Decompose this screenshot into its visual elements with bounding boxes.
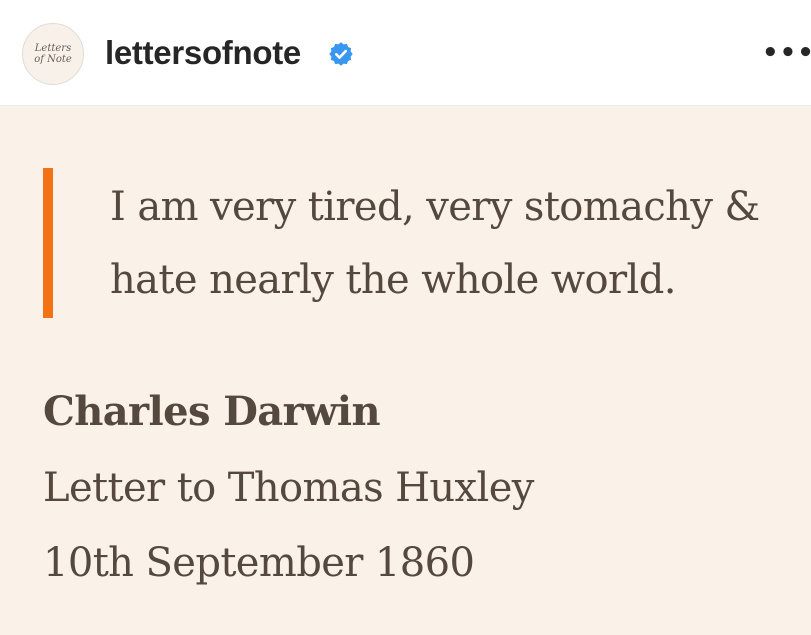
- avatar[interactable]: Letters of Note: [22, 23, 84, 85]
- quote-line-2: hate nearly the whole world.: [110, 257, 676, 303]
- avatar-text-line1: Letters: [34, 43, 72, 54]
- letter-recipient: Letter to Thomas Huxley: [43, 465, 534, 511]
- quote-bar: [43, 168, 53, 318]
- post-image: I am very tired, very stomachy & hate ne…: [0, 106, 811, 635]
- more-options-icon[interactable]: •••: [762, 40, 811, 66]
- letter-date: 10th September 1860: [43, 540, 475, 586]
- post-header: Letters of Note lettersofnote •••: [0, 0, 811, 106]
- verified-badge-icon: [329, 42, 353, 66]
- avatar-text-line2: of Note: [34, 54, 72, 65]
- author-name: Charles Darwin: [43, 388, 381, 435]
- quote-line-1: I am very tired, very stomachy &: [110, 184, 760, 230]
- username-link[interactable]: lettersofnote: [105, 30, 301, 76]
